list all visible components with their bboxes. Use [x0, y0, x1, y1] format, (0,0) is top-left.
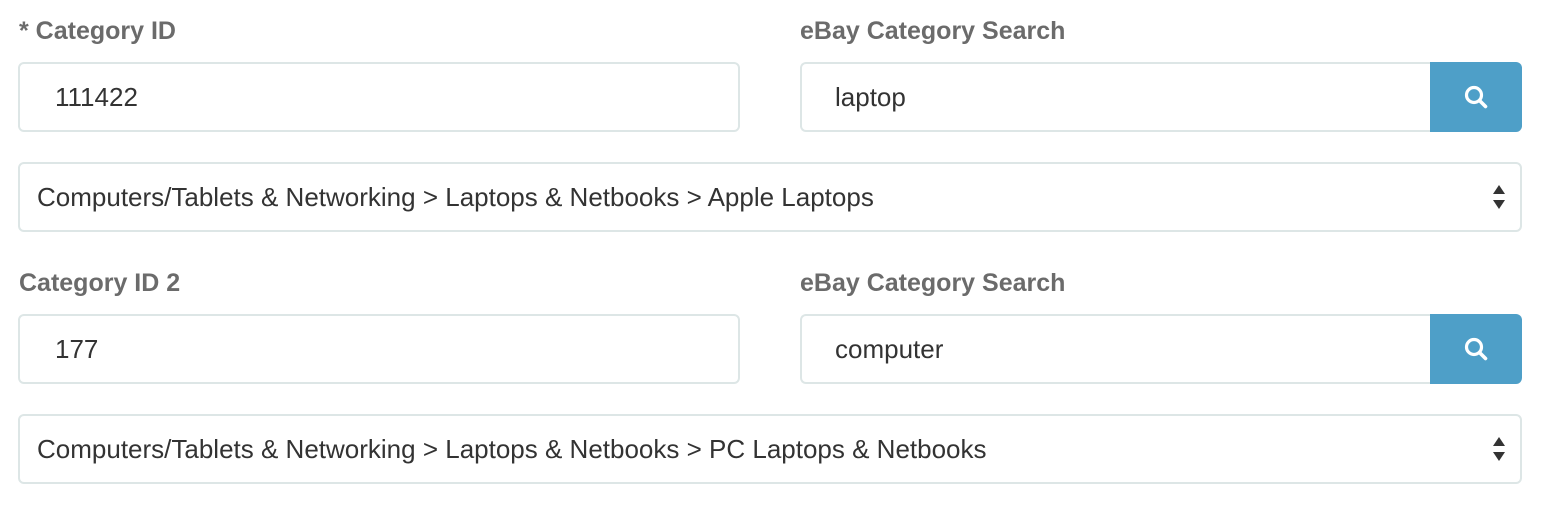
category-id-2-label: Category ID 2	[19, 269, 181, 297]
category-id-input[interactable]	[18, 62, 740, 132]
search-icon	[1464, 337, 1488, 361]
ebay-category-search-label: eBay Category Search	[800, 17, 1066, 45]
category-select-value: Computers/Tablets & Networking > Laptops…	[37, 181, 874, 212]
category-id-2-input[interactable]	[18, 314, 740, 384]
search-icon	[1464, 85, 1488, 109]
category-select-2[interactable]: Computers/Tablets & Networking > Laptops…	[18, 414, 1522, 484]
category-select-2-value: Computers/Tablets & Networking > Laptops…	[37, 433, 987, 464]
ebay-category-search-label-2: eBay Category Search	[800, 269, 1066, 297]
ebay-category-search-input-2[interactable]	[800, 314, 1431, 384]
category-id-label: * Category ID	[19, 17, 176, 45]
category-select[interactable]: Computers/Tablets & Networking > Laptops…	[18, 162, 1522, 232]
search-button[interactable]	[1430, 62, 1522, 132]
ebay-category-search-input[interactable]	[800, 62, 1431, 132]
select-arrows-icon	[1493, 185, 1505, 209]
select-arrows-icon	[1493, 437, 1505, 461]
search-button-2[interactable]	[1430, 314, 1522, 384]
